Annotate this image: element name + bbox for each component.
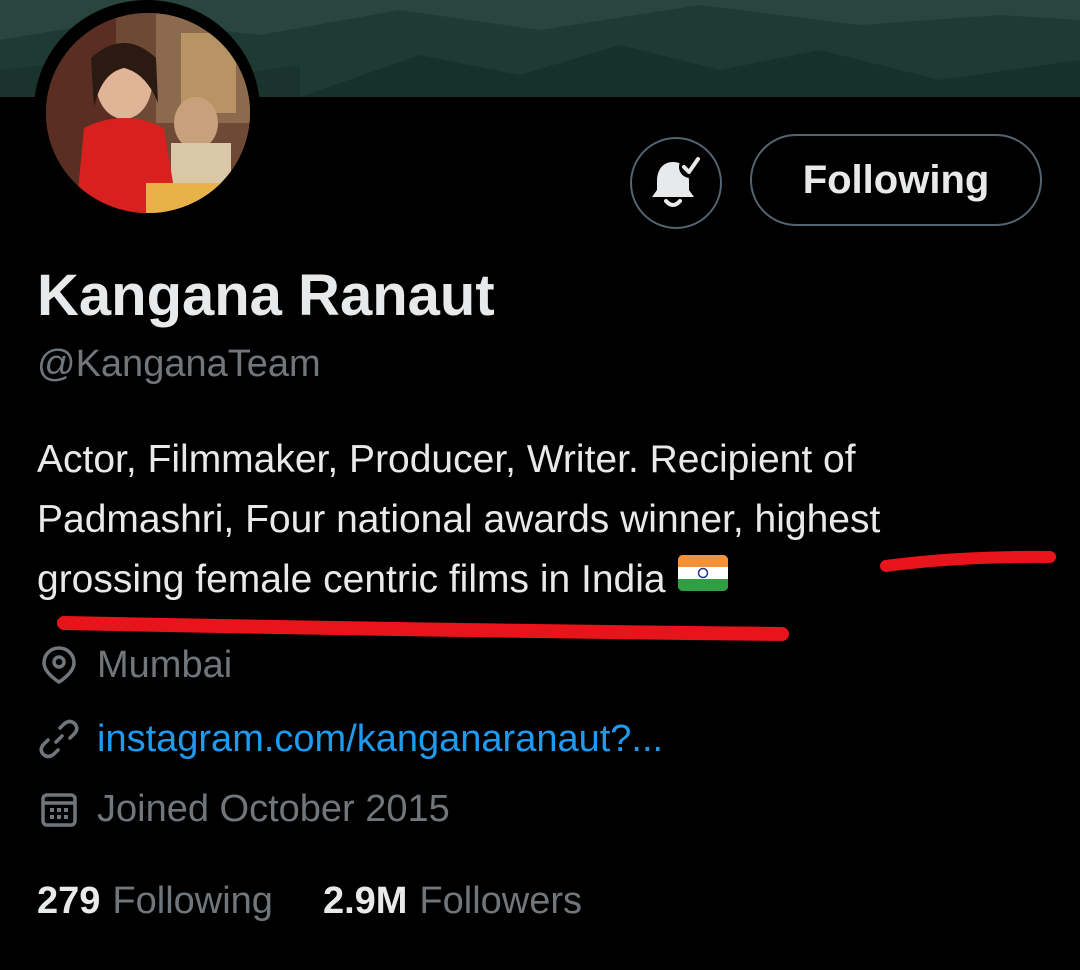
website-row: instagram.com/kanganaranaut?...: [37, 717, 663, 761]
joined-row: Joined October 2015: [37, 787, 450, 831]
bio-line: Padmashri, Four national awards winner, …: [37, 498, 881, 541]
following-label: Following: [112, 880, 273, 922]
following-count: 279: [37, 880, 101, 922]
following-stat[interactable]: 279 Following: [37, 880, 273, 923]
calendar-icon: [37, 787, 81, 831]
location-row: Mumbai: [37, 643, 232, 687]
annotation-underline: [57, 616, 789, 641]
profile-bio: Actor, Filmmaker, Producer, Writer. Reci…: [37, 430, 1047, 612]
link-icon: [37, 717, 81, 761]
website-link[interactable]: instagram.com/kanganaranaut?...: [97, 718, 663, 761]
profile-name: Kangana Ranaut: [37, 263, 495, 328]
notifications-button[interactable]: [630, 137, 722, 229]
follow-stats: 279 Following 2.9M Followers: [37, 880, 582, 923]
profile-handle: @KanganaTeam: [37, 343, 321, 385]
location-pin-icon: [37, 643, 81, 687]
india-flag-icon: [677, 549, 728, 609]
bell-check-icon: [652, 156, 701, 207]
joined-text: Joined October 2015: [97, 787, 450, 830]
followers-label: Followers: [419, 880, 583, 922]
followers-stat[interactable]: 2.9M Followers: [323, 880, 582, 923]
avatar[interactable]: [46, 13, 250, 213]
bio-line: grossing female centric films in India: [37, 550, 1047, 612]
bio-line-text: grossing female centric films in India: [37, 558, 666, 601]
followers-count: 2.9M: [322, 880, 408, 922]
following-button[interactable]: Following: [750, 134, 1042, 226]
location-text: Mumbai: [97, 643, 233, 686]
bio-line: Actor, Filmmaker, Producer, Writer. Reci…: [37, 438, 856, 481]
